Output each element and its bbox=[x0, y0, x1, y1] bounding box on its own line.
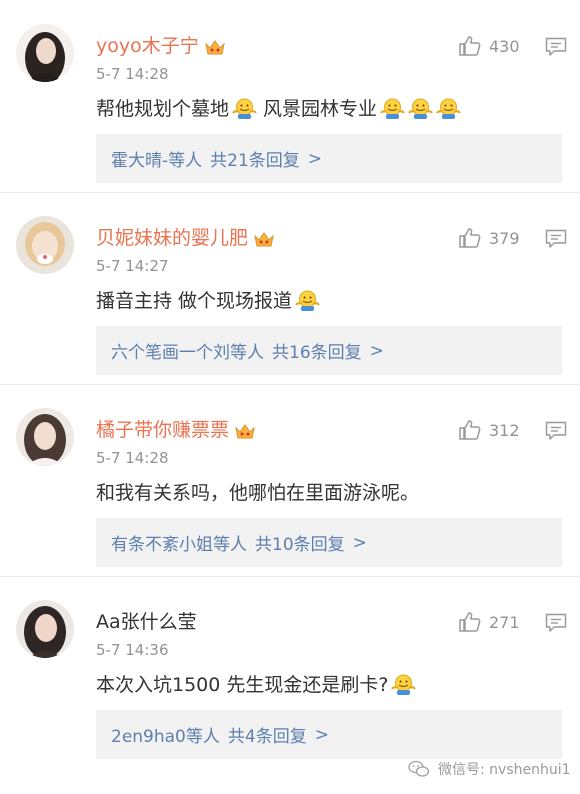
comment-text: 本次入坑1500 先生现金还是刷卡? bbox=[96, 672, 417, 698]
reply-users: 霍大晴-等人 bbox=[111, 151, 203, 171]
thumbs-up-icon bbox=[459, 36, 481, 56]
avatar-image bbox=[16, 24, 74, 82]
comment-text: 帮他规划个墓地 风景园林专业 bbox=[96, 96, 461, 122]
chevron-right-icon: > bbox=[314, 724, 329, 745]
comment-item: yoyo木子宁 5-7 14:28 430 帮他规划个墓地 风景园林专业 霍大晴… bbox=[0, 0, 580, 193]
comment-text: 播音主持 做个现场报道 bbox=[96, 288, 320, 314]
like-button[interactable]: 430 bbox=[458, 34, 520, 58]
thumbs-up-icon bbox=[459, 228, 481, 248]
reply-count: 共4条回复 bbox=[227, 727, 307, 747]
thumbs-up-icon bbox=[459, 612, 481, 632]
comment-item: 贝妮妹妹的婴儿肥 5-7 14:27 379 播音主持 做个现场报道 六个笔画一… bbox=[0, 192, 580, 385]
comment-text-part: 和我有关系吗，他哪怕在里面游泳呢。 bbox=[96, 482, 420, 504]
username-text: 橘子带你赚票票 bbox=[96, 419, 230, 441]
avatar[interactable] bbox=[16, 216, 74, 274]
reply-preview[interactable]: 霍大晴-等人 共21条回复 > bbox=[96, 134, 562, 183]
like-button[interactable]: 271 bbox=[458, 610, 520, 634]
shrug-emoji-icon bbox=[408, 98, 433, 119]
shrug-emoji-icon bbox=[295, 290, 320, 311]
comment-time: 5-7 14:28 bbox=[96, 65, 169, 83]
username[interactable]: Aa张什么莹 bbox=[96, 610, 197, 634]
shrug-emoji-icon bbox=[232, 98, 257, 119]
avatar[interactable] bbox=[16, 24, 74, 82]
vip-crown-icon bbox=[204, 39, 225, 54]
reply-users: 六个笔画一个刘等人 bbox=[111, 343, 264, 363]
like-count: 379 bbox=[489, 228, 520, 248]
comment-time: 5-7 14:28 bbox=[96, 449, 169, 467]
comment-time: 5-7 14:36 bbox=[96, 641, 169, 659]
username[interactable]: yoyo木子宁 bbox=[96, 34, 226, 58]
wechat-icon bbox=[408, 760, 430, 777]
username-text: 贝妮妹妹的婴儿肥 bbox=[96, 227, 249, 249]
reply-users: 2en9ha0等人 bbox=[111, 727, 220, 747]
watermark-text: 微信号: nvshenhui1 bbox=[438, 762, 571, 778]
chevron-right-icon: > bbox=[307, 148, 323, 169]
comment-bubble-icon[interactable] bbox=[545, 229, 567, 249]
comment-time: 5-7 14:27 bbox=[96, 257, 169, 275]
avatar-image bbox=[16, 408, 74, 466]
comment-item: Aa张什么莹 5-7 14:36 271 本次入坑1500 先生现金还是刷卡? … bbox=[0, 576, 580, 768]
like-count: 430 bbox=[489, 36, 520, 56]
reply-count: 共16条回复 bbox=[272, 343, 362, 363]
username[interactable]: 橘子带你赚票票 bbox=[96, 418, 256, 442]
like-button[interactable]: 312 bbox=[458, 418, 520, 442]
shrug-emoji-icon bbox=[436, 98, 461, 119]
reply-users: 有条不紊小姐等人 bbox=[111, 535, 247, 555]
chevron-right-icon: > bbox=[369, 340, 384, 361]
avatar-image bbox=[16, 216, 74, 274]
comment-bubble-icon[interactable] bbox=[545, 421, 567, 441]
comment-text-part: 风景园林专业 bbox=[263, 98, 378, 120]
shrug-emoji-icon bbox=[391, 674, 417, 695]
thumbs-up-icon bbox=[459, 420, 481, 440]
reply-preview[interactable]: 2en9ha0等人 共4条回复 > bbox=[96, 710, 562, 759]
comment-bubble-icon[interactable] bbox=[545, 37, 567, 57]
avatar[interactable] bbox=[16, 600, 74, 658]
avatar[interactable] bbox=[16, 408, 74, 466]
chevron-right-icon: > bbox=[352, 532, 367, 553]
reply-preview[interactable]: 六个笔画一个刘等人 共16条回复 > bbox=[96, 326, 562, 375]
username-text: Aa张什么莹 bbox=[96, 611, 197, 633]
comment-text-part: 帮他规划个墓地 bbox=[96, 98, 230, 120]
reply-count: 共10条回复 bbox=[255, 535, 345, 555]
avatar-image bbox=[16, 600, 74, 658]
watermark: 微信号: nvshenhui1 bbox=[408, 758, 571, 780]
username-text: yoyo木子宁 bbox=[96, 35, 199, 57]
like-count: 271 bbox=[489, 612, 520, 632]
comment-item: 橘子带你赚票票 5-7 14:28 312 和我有关系吗，他哪怕在里面游泳呢。 … bbox=[0, 384, 580, 577]
like-button[interactable]: 379 bbox=[458, 226, 520, 250]
comment-text-part: 播音主持 做个现场报道 bbox=[96, 290, 293, 312]
username[interactable]: 贝妮妹妹的婴儿肥 bbox=[96, 226, 275, 250]
comment-text-part: 本次入坑1500 先生现金还是刷卡? bbox=[96, 674, 389, 696]
shrug-emoji-icon bbox=[380, 98, 405, 119]
like-count: 312 bbox=[489, 420, 520, 440]
comment-text: 和我有关系吗，他哪怕在里面游泳呢。 bbox=[96, 480, 419, 506]
vip-crown-icon bbox=[254, 231, 274, 246]
comment-bubble-icon[interactable] bbox=[545, 613, 567, 633]
vip-crown-icon bbox=[235, 423, 255, 438]
reply-preview[interactable]: 有条不紊小姐等人 共10条回复 > bbox=[96, 518, 562, 567]
reply-count: 共21条回复 bbox=[210, 151, 300, 171]
